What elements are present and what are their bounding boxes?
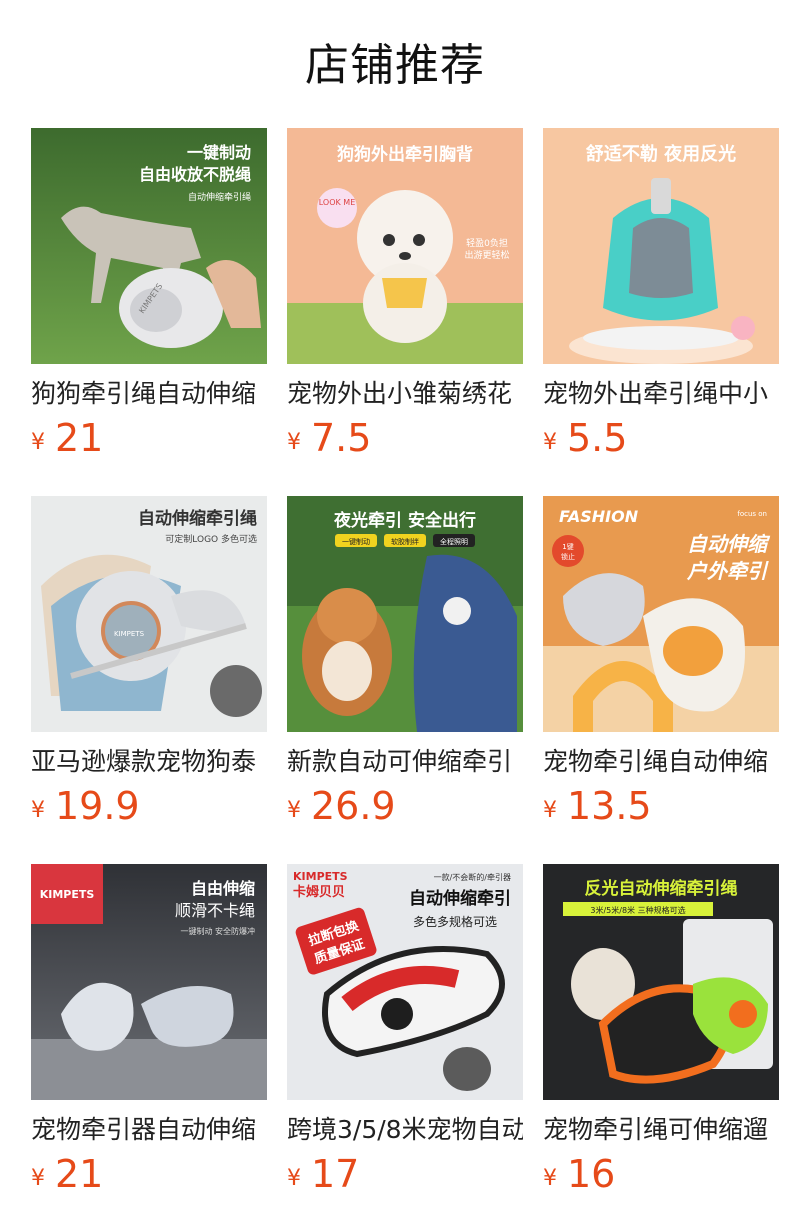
product-image[interactable]: 一键制动 自由收放不脱绳 自动伸缩牵引绳 KIMPETS [31, 128, 267, 364]
image-caption: 卡姆贝贝 [293, 884, 345, 900]
product-image[interactable]: LOOK ME 狗狗外出牵引胸背 轻盈0负担 出游更轻松 [287, 128, 523, 364]
image-caption: 可定制LOGO 多色可选 [165, 533, 257, 545]
product-image[interactable]: KIMPETS 自由伸缩 顺滑不卡绳 一键制动 安全防爆冲 [31, 864, 267, 1100]
image-caption: 全程照明 [440, 537, 468, 546]
product-name[interactable]: 狗狗牵引绳自动伸缩 [31, 378, 267, 410]
image-caption: 顺滑不卡绳 [175, 901, 255, 920]
image-caption: 软胶制绊 [391, 537, 419, 546]
image-caption: KIMPETS [293, 870, 348, 883]
image-caption: 自动伸缩 [687, 532, 771, 556]
product-image[interactable]: 1键 锁止 FASHION focus on 自动伸缩 户外牵引 [543, 496, 779, 732]
image-caption: 狗狗外出牵引胸背 [337, 144, 473, 165]
price-value: 5.5 [567, 416, 628, 460]
image-caption: LOOK ME [319, 198, 356, 207]
currency-symbol: ¥ [287, 1166, 301, 1191]
product-price: ¥5.5 [543, 416, 779, 468]
product-card[interactable]: KIMPETS 卡姆贝贝 一款/不会断的/牵引器 自动伸缩牵引 多色多规格可选 … [287, 864, 523, 1196]
product-card[interactable]: 反光自动伸缩牵引绳 3米/5米/8米 三种规格可选 宠物牵引绳可伸缩遛 ¥16 [543, 864, 779, 1196]
image-caption: KIMPETS [40, 888, 95, 901]
section-title: 店铺推荐 [305, 40, 485, 91]
product-card[interactable]: KIMPETS 自由伸缩 顺滑不卡绳 一键制动 安全防爆冲 宠物牵引器自动伸缩 … [31, 864, 267, 1196]
currency-symbol: ¥ [543, 430, 557, 455]
product-name[interactable]: 宠物牵引绳自动伸缩 [543, 746, 779, 778]
product-price: ¥7.5 [287, 416, 523, 468]
currency-symbol: ¥ [31, 1166, 45, 1191]
product-image[interactable]: 反光自动伸缩牵引绳 3米/5米/8米 三种规格可选 [543, 864, 779, 1100]
image-caption: 舒适不勒 夜用反光 [586, 143, 736, 165]
price-value: 16 [567, 1152, 616, 1196]
product-image[interactable]: 自动伸缩牵引绳 可定制LOGO 多色可选 KIMPETS [31, 496, 267, 732]
product-name[interactable]: 宠物牵引器自动伸缩 [31, 1114, 267, 1146]
currency-symbol: ¥ [287, 430, 301, 455]
product-image[interactable]: 夜光牵引 安全出行 一键制动 软胶制绊 全程照明 [287, 496, 523, 732]
price-value: 19.9 [55, 784, 140, 828]
product-card[interactable]: 舒适不勒 夜用反光 宠物外出牵引绳中小 ¥5.5 [543, 128, 779, 460]
image-caption: focus on [737, 510, 767, 518]
image-caption: 自动伸缩牵引绳 [138, 508, 257, 529]
price-value: 21 [55, 1152, 104, 1196]
image-caption: 一款/不会断的/牵引器 [434, 872, 511, 882]
product-price: ¥16 [543, 1152, 779, 1204]
image-caption: 夜光牵引 安全出行 [333, 510, 476, 531]
image-caption: FASHION [559, 507, 639, 526]
image-caption: 自动伸缩牵引 [409, 888, 511, 909]
image-caption: 出游更轻松 [464, 249, 509, 261]
image-caption: 自由伸缩 [191, 879, 255, 898]
image-caption: 自由收放不脱绳 [139, 165, 251, 184]
image-caption: 轻盈0负担 [466, 237, 508, 249]
product-price: ¥19.9 [31, 784, 267, 836]
product-name[interactable]: 亚马逊爆款宠物狗泰 [31, 746, 267, 778]
product-name[interactable]: 新款自动可伸缩牵引 [287, 746, 523, 778]
product-name[interactable]: 宠物外出牵引绳中小 [543, 378, 779, 410]
image-caption: 户外牵引 [686, 559, 769, 583]
image-caption: 反光自动伸缩牵引绳 [585, 878, 738, 899]
image-caption: 1键 [562, 542, 573, 551]
product-price: ¥21 [31, 416, 267, 468]
product-card[interactable]: LOOK ME 狗狗外出牵引胸背 轻盈0负担 出游更轻松 宠物外出小雏菊绣花 ¥… [287, 128, 523, 460]
product-card[interactable]: 一键制动 自由收放不脱绳 自动伸缩牵引绳 KIMPETS 狗狗牵引绳自动伸缩 ¥… [31, 128, 267, 460]
product-card[interactable]: 自动伸缩牵引绳 可定制LOGO 多色可选 KIMPETS 亚马逊爆款宠物狗泰 ¥… [31, 496, 267, 828]
product-image[interactable]: 舒适不勒 夜用反光 [543, 128, 779, 364]
currency-symbol: ¥ [31, 798, 45, 823]
product-price: ¥17 [287, 1152, 523, 1204]
price-value: 26.9 [311, 784, 396, 828]
image-caption: KIMPETS [114, 630, 145, 638]
product-card[interactable]: 夜光牵引 安全出行 一键制动 软胶制绊 全程照明 新款自动可伸缩牵引 ¥26.9 [287, 496, 523, 828]
image-caption: 多色多规格可选 [413, 914, 497, 929]
product-name[interactable]: 宠物外出小雏菊绣花 [287, 378, 523, 410]
currency-symbol: ¥ [287, 798, 301, 823]
price-value: 7.5 [311, 416, 372, 460]
currency-symbol: ¥ [31, 430, 45, 455]
product-price: ¥26.9 [287, 784, 523, 836]
image-caption: 自动伸缩牵引绳 [188, 191, 251, 203]
product-name[interactable]: 跨境3/5/8米宠物自动 [287, 1114, 523, 1146]
image-caption: 一键制动 [187, 143, 251, 162]
product-image[interactable]: KIMPETS 卡姆贝贝 一款/不会断的/牵引器 自动伸缩牵引 多色多规格可选 … [287, 864, 523, 1100]
product-price: ¥13.5 [543, 784, 779, 836]
image-caption: 锁止 [561, 552, 575, 561]
image-caption: 一键制动 安全防爆冲 [180, 926, 255, 936]
product-name[interactable]: 宠物牵引绳可伸缩遛 [543, 1114, 779, 1146]
currency-symbol: ¥ [543, 1166, 557, 1191]
image-caption: 一键制动 [342, 537, 370, 546]
price-value: 13.5 [567, 784, 652, 828]
price-value: 17 [311, 1152, 360, 1196]
image-caption: 3米/5米/8米 三种规格可选 [590, 905, 685, 915]
product-card[interactable]: 1键 锁止 FASHION focus on 自动伸缩 户外牵引 宠物牵引绳自动… [543, 496, 779, 828]
price-value: 21 [55, 416, 104, 460]
product-price: ¥21 [31, 1152, 267, 1204]
currency-symbol: ¥ [543, 798, 557, 823]
